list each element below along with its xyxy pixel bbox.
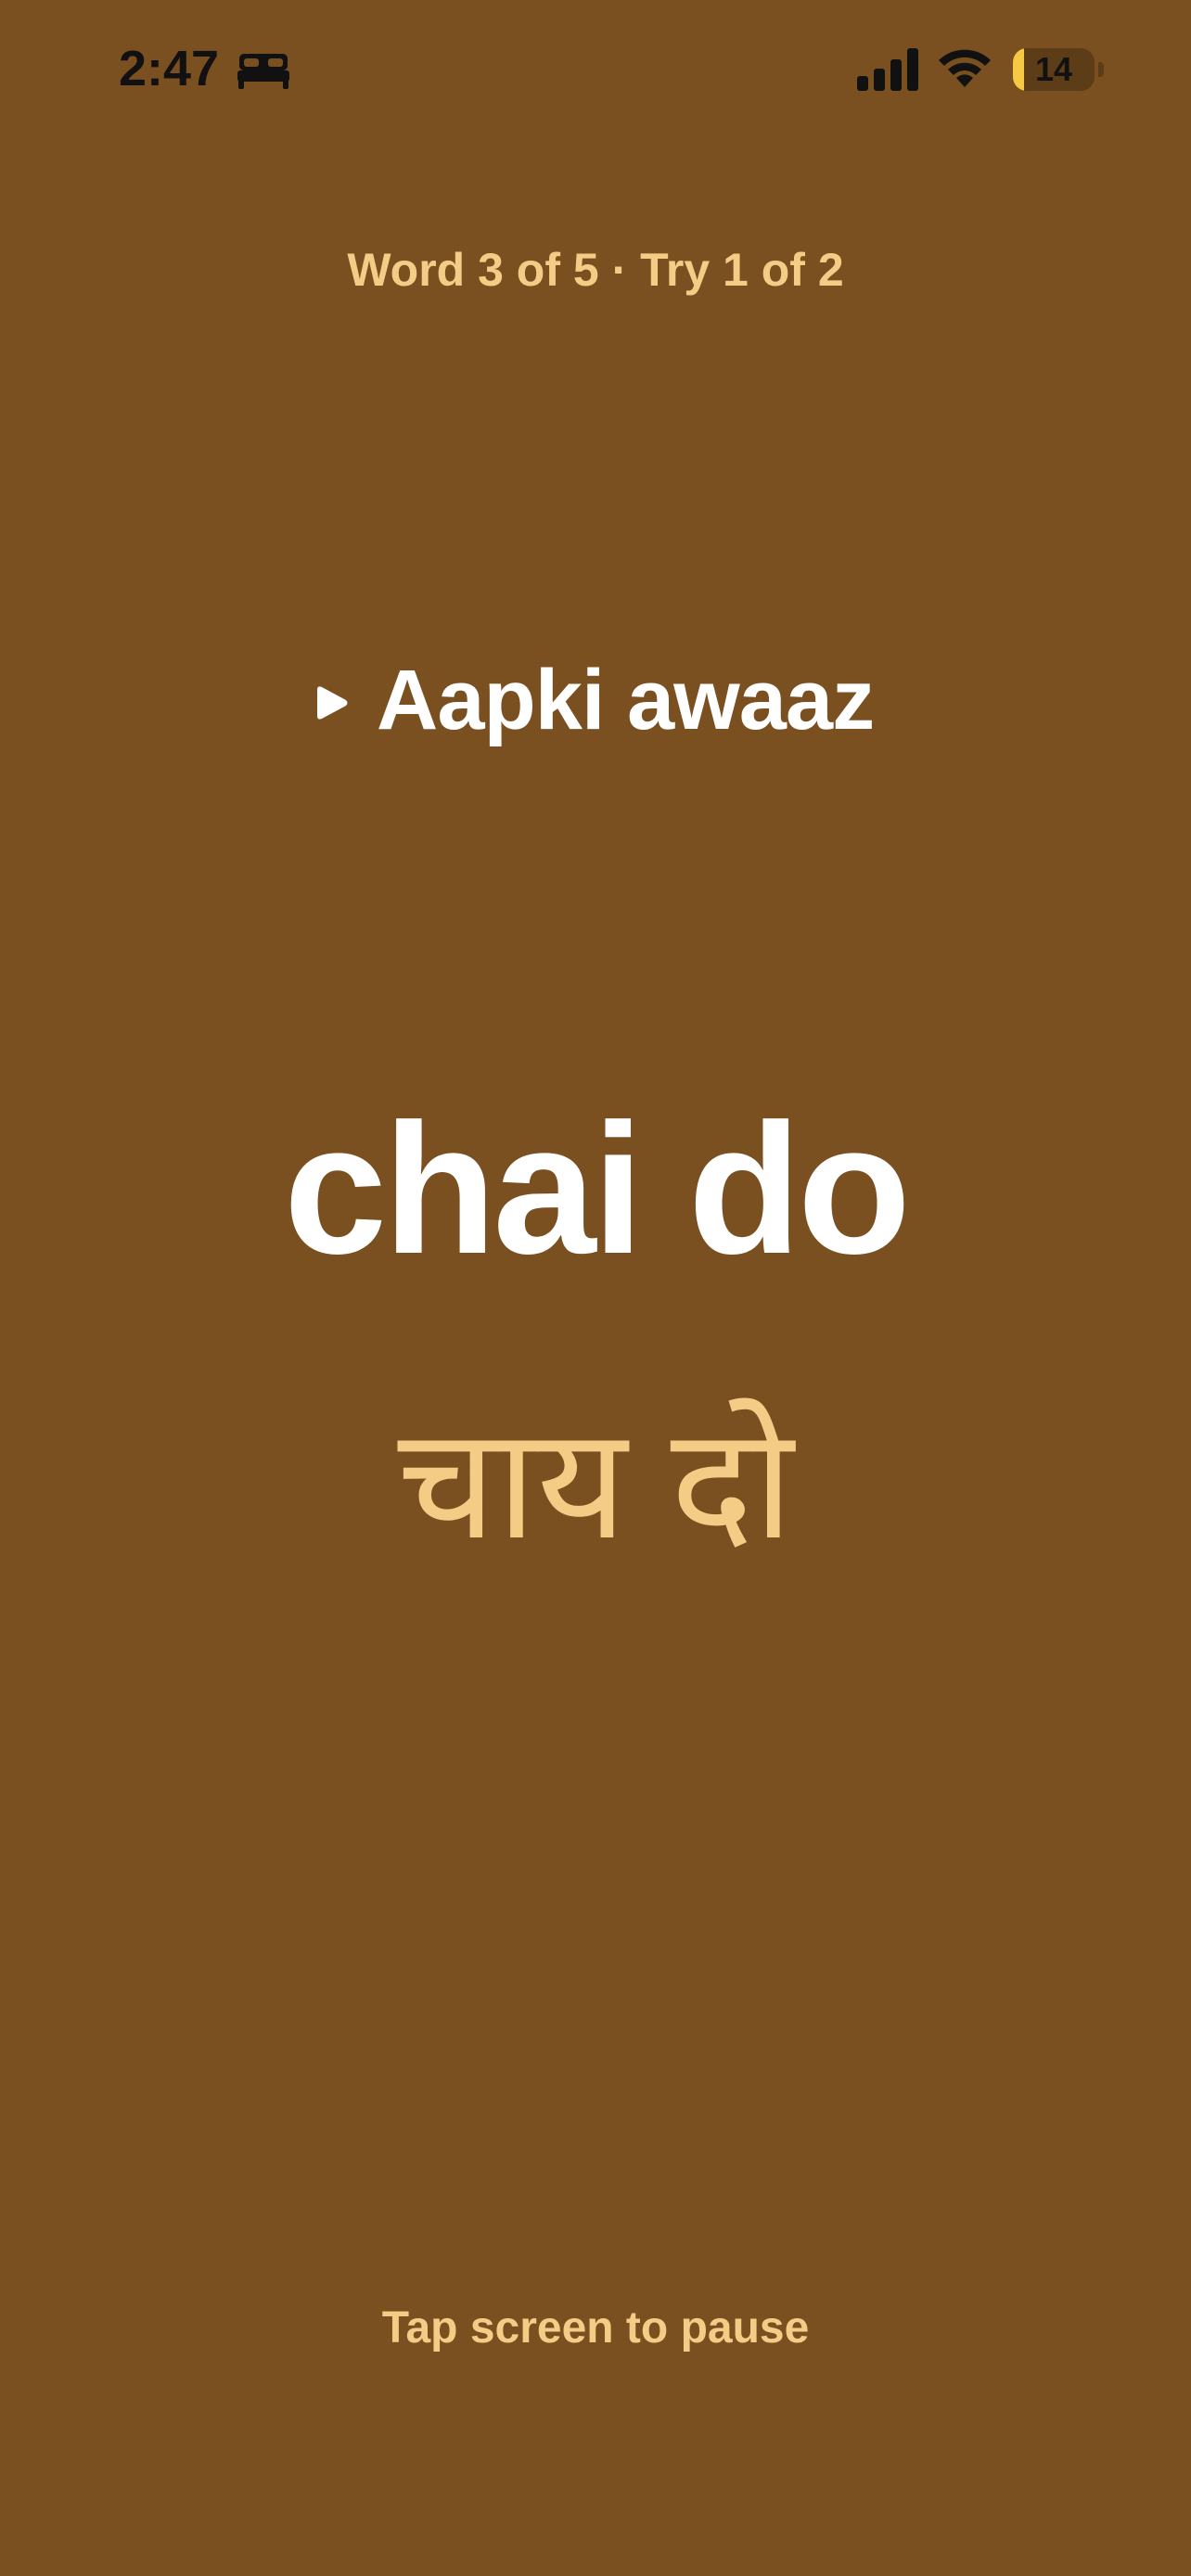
speaker-row[interactable]: Aapki awaaz bbox=[0, 649, 1191, 751]
bed-icon bbox=[237, 54, 289, 89]
status-bar: 2:47 14 bbox=[0, 0, 1191, 139]
progress-label: Word 3 of 5 · Try 1 of 2 bbox=[347, 244, 844, 296]
wifi-icon bbox=[939, 49, 991, 87]
battery-level: 14 bbox=[1034, 50, 1073, 88]
cellular-signal-icon bbox=[857, 48, 918, 91]
pause-hint: Tap screen to pause bbox=[381, 2303, 810, 2353]
battery-body: 14 bbox=[1013, 48, 1095, 91]
battery-indicator: 14 bbox=[1013, 48, 1104, 91]
play-icon[interactable] bbox=[316, 685, 349, 721]
practice-screen[interactable]: 2:47 14 Word 3 of 5 · Try 1 of 2 Aapki a… bbox=[0, 0, 1191, 2576]
status-time: 2:47 bbox=[119, 41, 220, 96]
battery-nub bbox=[1098, 62, 1104, 77]
native-script-word: चाय दो bbox=[397, 1396, 794, 1571]
speaker-label: Aapki awaaz bbox=[376, 653, 875, 747]
romanized-word: chai do bbox=[283, 1086, 911, 1293]
